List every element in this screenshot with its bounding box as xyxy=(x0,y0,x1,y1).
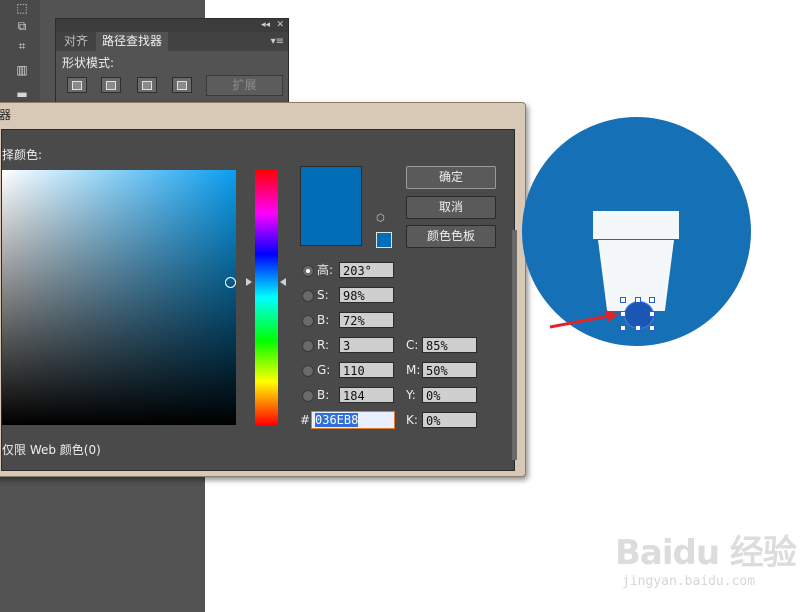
panel-title-bar[interactable]: ◂◂ ✕ xyxy=(56,19,288,32)
gradient-tool-icon[interactable]: ▬ xyxy=(12,86,32,102)
hue-slider-left-arrow[interactable] xyxy=(246,278,252,286)
saturation-label: S: xyxy=(317,288,329,302)
expand-button[interactable]: 扩展 xyxy=(206,75,283,96)
red-arrow-icon xyxy=(549,310,619,329)
black-label: K: xyxy=(406,413,418,427)
green-radio[interactable] xyxy=(302,365,314,377)
intersect-button[interactable] xyxy=(137,77,157,93)
dialog-scrollbar[interactable] xyxy=(512,230,517,460)
yellow-input[interactable]: 0% xyxy=(422,387,477,403)
black-input[interactable]: 0% xyxy=(422,412,477,428)
select-color-label: 择颜色: xyxy=(2,148,43,162)
hue-slider[interactable] xyxy=(255,170,278,425)
color-swatches-button[interactable]: 颜色色板 xyxy=(406,225,496,248)
cancel-button[interactable]: 取消 xyxy=(406,196,496,219)
hue-input[interactable]: 203° xyxy=(339,262,394,278)
tab-pathfinder[interactable]: 路径查找器 xyxy=(96,32,169,51)
dialog-title: 器 xyxy=(0,108,12,122)
color-preview xyxy=(300,166,362,246)
saturation-radio[interactable] xyxy=(302,290,314,302)
ok-button[interactable]: 确定 xyxy=(406,166,496,189)
magenta-input[interactable]: 50% xyxy=(422,362,477,378)
transform-tool-icon[interactable]: ⧉ xyxy=(12,18,32,34)
close-icon[interactable]: ✕ xyxy=(276,19,284,32)
web-safe-cube-icon[interactable]: ⬡ xyxy=(376,214,386,224)
shape-modes-label: 形状模式: xyxy=(62,56,115,70)
selection-handle[interactable] xyxy=(649,297,655,303)
blue-radio[interactable] xyxy=(302,390,314,402)
yellow-label: Y: xyxy=(406,388,416,402)
hue-slider-right-arrow[interactable] xyxy=(280,278,286,286)
green-input[interactable]: 110 xyxy=(339,362,394,378)
web-safe-swatch[interactable] xyxy=(376,232,392,248)
watermark-url: jingyan.baidu.com xyxy=(622,574,756,589)
red-radio[interactable] xyxy=(302,340,314,352)
minus-front-button[interactable] xyxy=(101,77,121,93)
saturation-input[interactable]: 98% xyxy=(339,287,394,303)
color-picker-dialog: 器 择颜色: ⬡ 确定 取消 颜色色板 高: 203° S: 98% B: 72… xyxy=(0,102,526,477)
selection-handle[interactable] xyxy=(635,297,641,303)
panel-tab-bar: 对齐 路径查找器 ▾≡ xyxy=(56,32,288,51)
pot-rim-shape[interactable] xyxy=(593,211,679,239)
hue-radio[interactable] xyxy=(302,265,314,277)
selection-handle[interactable] xyxy=(649,311,655,317)
magenta-label: M: xyxy=(406,363,421,377)
web-only-label[interactable]: 仅限 Web 颜色(0) xyxy=(2,441,101,458)
panel-menu-icon[interactable]: ▾≡ xyxy=(271,33,284,50)
brightness-radio[interactable] xyxy=(302,315,314,327)
color-field-cursor[interactable] xyxy=(225,277,236,288)
pathfinder-panel: ◂◂ ✕ 对齐 路径查找器 ▾≡ 形状模式: 扩展 xyxy=(55,18,289,106)
red-input[interactable]: 3 xyxy=(339,337,394,353)
green-label: G: xyxy=(317,363,331,377)
baidu-jingyan-watermark-logo: Baidu 经验 xyxy=(615,533,797,573)
collapse-icon[interactable]: ◂◂ xyxy=(261,19,270,32)
tab-align[interactable]: 对齐 xyxy=(58,32,94,51)
cyan-label: C: xyxy=(406,338,419,352)
brightness-label: B: xyxy=(317,313,330,327)
exclude-button[interactable] xyxy=(172,77,192,93)
selection-handle[interactable] xyxy=(635,325,641,331)
free-transform-icon[interactable]: ⌗ xyxy=(12,38,32,54)
color-field[interactable] xyxy=(2,170,236,425)
blue-input[interactable]: 184 xyxy=(339,387,394,403)
cyan-input[interactable]: 85% xyxy=(422,337,477,353)
hex-value: 036EB8 xyxy=(315,413,359,427)
hue-label: 高: xyxy=(317,263,334,277)
red-label: R: xyxy=(317,338,330,352)
selection-handle[interactable] xyxy=(649,325,655,331)
tools-panel: ⬚ ⧉ ⌗ ▥ ▬ xyxy=(0,0,40,110)
blue-label: B: xyxy=(317,388,330,402)
unite-button[interactable] xyxy=(67,77,87,93)
brightness-input[interactable]: 72% xyxy=(339,312,394,328)
hex-label: # xyxy=(300,413,311,427)
graph-tool-icon[interactable]: ▥ xyxy=(12,62,32,78)
hex-input[interactable]: 036EB8 xyxy=(311,411,395,429)
scale-tool-icon[interactable]: ⬚ xyxy=(12,0,32,16)
dialog-body: 择颜色: ⬡ 确定 取消 颜色色板 高: 203° S: 98% B: 72% … xyxy=(1,129,517,471)
